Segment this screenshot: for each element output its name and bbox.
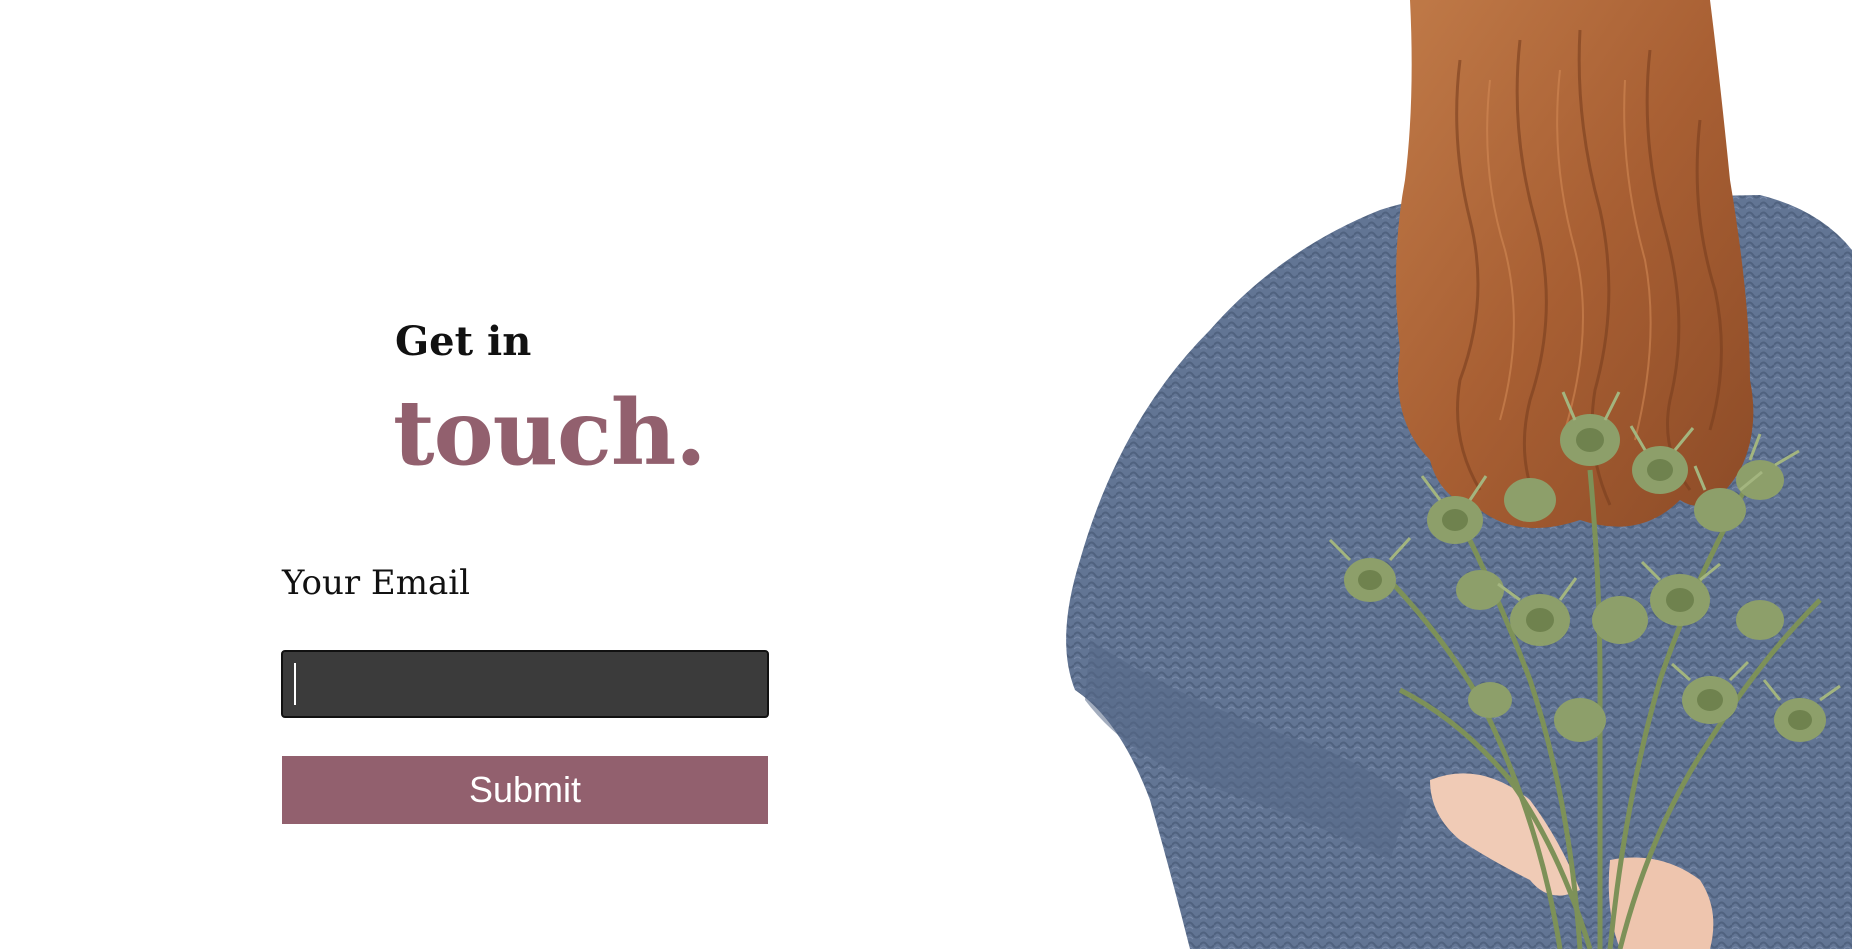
email-label: Your Email	[282, 563, 470, 603]
text-caret	[294, 663, 296, 705]
heading-touch: touch.	[393, 380, 707, 486]
submit-button[interactable]: Submit	[282, 756, 768, 824]
woman-with-flowers-photo	[1066, 0, 1852, 949]
contact-page: Get in touch. Your Email Submit	[0, 0, 1852, 949]
email-input[interactable]	[281, 650, 769, 718]
heading-get-in: Get in	[395, 318, 532, 365]
